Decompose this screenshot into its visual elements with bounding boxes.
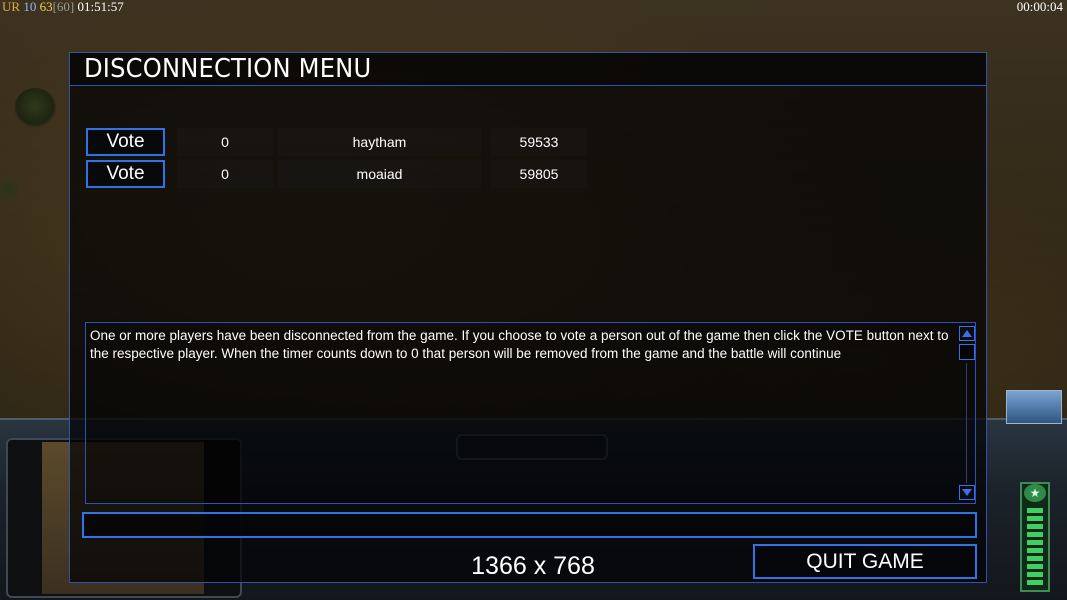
message-box[interactable]: One or more players have been disconnect… [85, 322, 976, 504]
hud-seg-ur: UR [2, 0, 21, 14]
quit-game-button[interactable]: QUIT GAME [753, 544, 977, 579]
scrollbar-track [966, 363, 967, 483]
scrollbar-thumb[interactable] [959, 344, 975, 360]
tree-decoration [0, 170, 18, 210]
scroll-up-arrow-icon[interactable] [959, 326, 975, 341]
rank-star-icon: ★ [1024, 484, 1046, 502]
player-name-2: moaiad [278, 160, 481, 188]
hud-game-timer: 00:00:04 [1016, 0, 1063, 14]
hud-seg-63: 63 [39, 0, 53, 14]
vote-button-player-1[interactable]: Vote [86, 128, 165, 156]
dialog-title: DISCONNECTION MENU [84, 54, 372, 84]
tree-decoration [14, 88, 56, 128]
scroll-down-arrow-icon[interactable] [959, 485, 975, 500]
hud-clock: 01:51:57 [77, 0, 124, 14]
disconnection-message: One or more players have been disconnect… [90, 328, 949, 361]
superweapon-icon [1006, 390, 1062, 424]
vote-count-player-2: 0 [177, 160, 273, 188]
chat-input[interactable] [82, 512, 977, 538]
vote-count-player-1: 0 [177, 128, 273, 156]
vote-button-player-2[interactable]: Vote [86, 160, 165, 188]
hud-status-readout: UR 10 63[60] 01:51:57 [2, 0, 124, 14]
resolution-label: 1366 x 768 [471, 552, 595, 580]
player-timer-1: 59533 [491, 128, 587, 156]
disconnection-dialog: DISCONNECTION MENU Vote 0 haytham 59533 … [69, 52, 987, 583]
hud-seg-60: [60] [52, 0, 75, 14]
dialog-title-bar: DISCONNECTION MENU [70, 53, 986, 86]
player-name-1: haytham [278, 128, 481, 156]
hud-seg-10: 10 [23, 0, 37, 14]
player-timer-2: 59805 [491, 160, 587, 188]
